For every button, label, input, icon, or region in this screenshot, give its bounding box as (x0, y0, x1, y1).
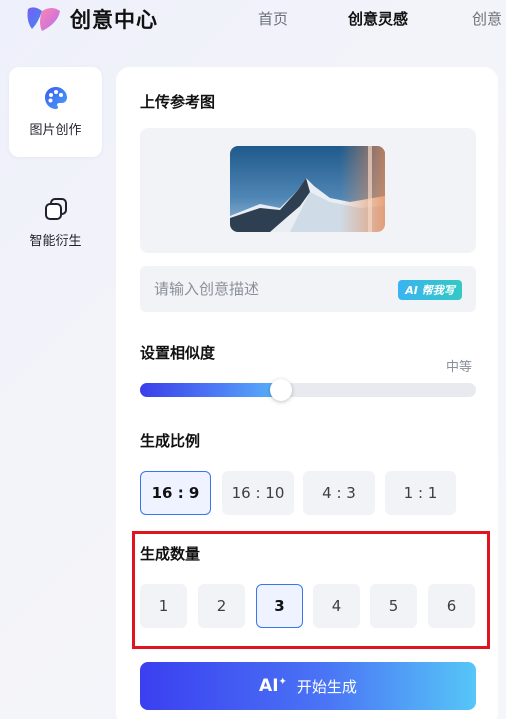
upload-title: 上传参考图 (140, 93, 216, 111)
similarity-title: 设置相似度 (140, 344, 216, 362)
nav-home[interactable]: 首页 (258, 8, 288, 29)
count-option-1[interactable]: 1 (140, 584, 187, 628)
ratio-option-16-10[interactable]: 16 : 10 (222, 471, 294, 515)
ratio-option-16-9[interactable]: 16 : 9 (140, 471, 211, 515)
nav-inspiration[interactable]: 创意灵感 (348, 8, 408, 29)
copy-icon (44, 198, 67, 220)
count-option-2[interactable]: 2 (198, 584, 245, 628)
logo-icon (27, 7, 60, 31)
top-nav-bar: 创意中心 首页 创意灵感 创意 (0, 0, 506, 40)
similarity-level: 中等 (446, 360, 473, 375)
mountain-image (230, 146, 385, 232)
sidebar-item-image-creation[interactable]: 图片创作 (9, 67, 102, 157)
count-option-5[interactable]: 5 (370, 584, 417, 628)
palette-icon (44, 87, 67, 109)
slider-handle[interactable] (270, 379, 293, 401)
count-title: 生成数量 (140, 545, 201, 563)
sidebar-item-derivation[interactable]: 智能衍生 (9, 178, 102, 268)
ratio-title: 生成比例 (140, 432, 201, 450)
count-option-6[interactable]: 6 (428, 584, 475, 628)
count-option-4[interactable]: 4 (313, 584, 360, 628)
generate-label: 开始生成 (296, 677, 357, 696)
ratio-option-1-1[interactable]: 1 : 1 (385, 471, 456, 515)
start-generate-button[interactable]: AI✦ 开始生成 (140, 662, 476, 710)
brand-title: 创意中心 (70, 8, 158, 32)
reference-image-thumbnail[interactable] (230, 146, 385, 232)
ratio-option-4-3[interactable]: 4 : 3 (303, 471, 375, 515)
ai-sparkle-icon: AI✦ (259, 676, 287, 696)
ai-write-button[interactable]: AI 帮我写 (398, 280, 462, 300)
slider-fill (140, 383, 282, 397)
nav-creative[interactable]: 创意 (472, 8, 502, 29)
similarity-slider[interactable] (140, 383, 476, 397)
sidebar-item-label: 图片创作 (29, 123, 82, 138)
count-option-3[interactable]: 3 (256, 584, 303, 628)
sidebar-item-label: 智能衍生 (29, 234, 82, 249)
